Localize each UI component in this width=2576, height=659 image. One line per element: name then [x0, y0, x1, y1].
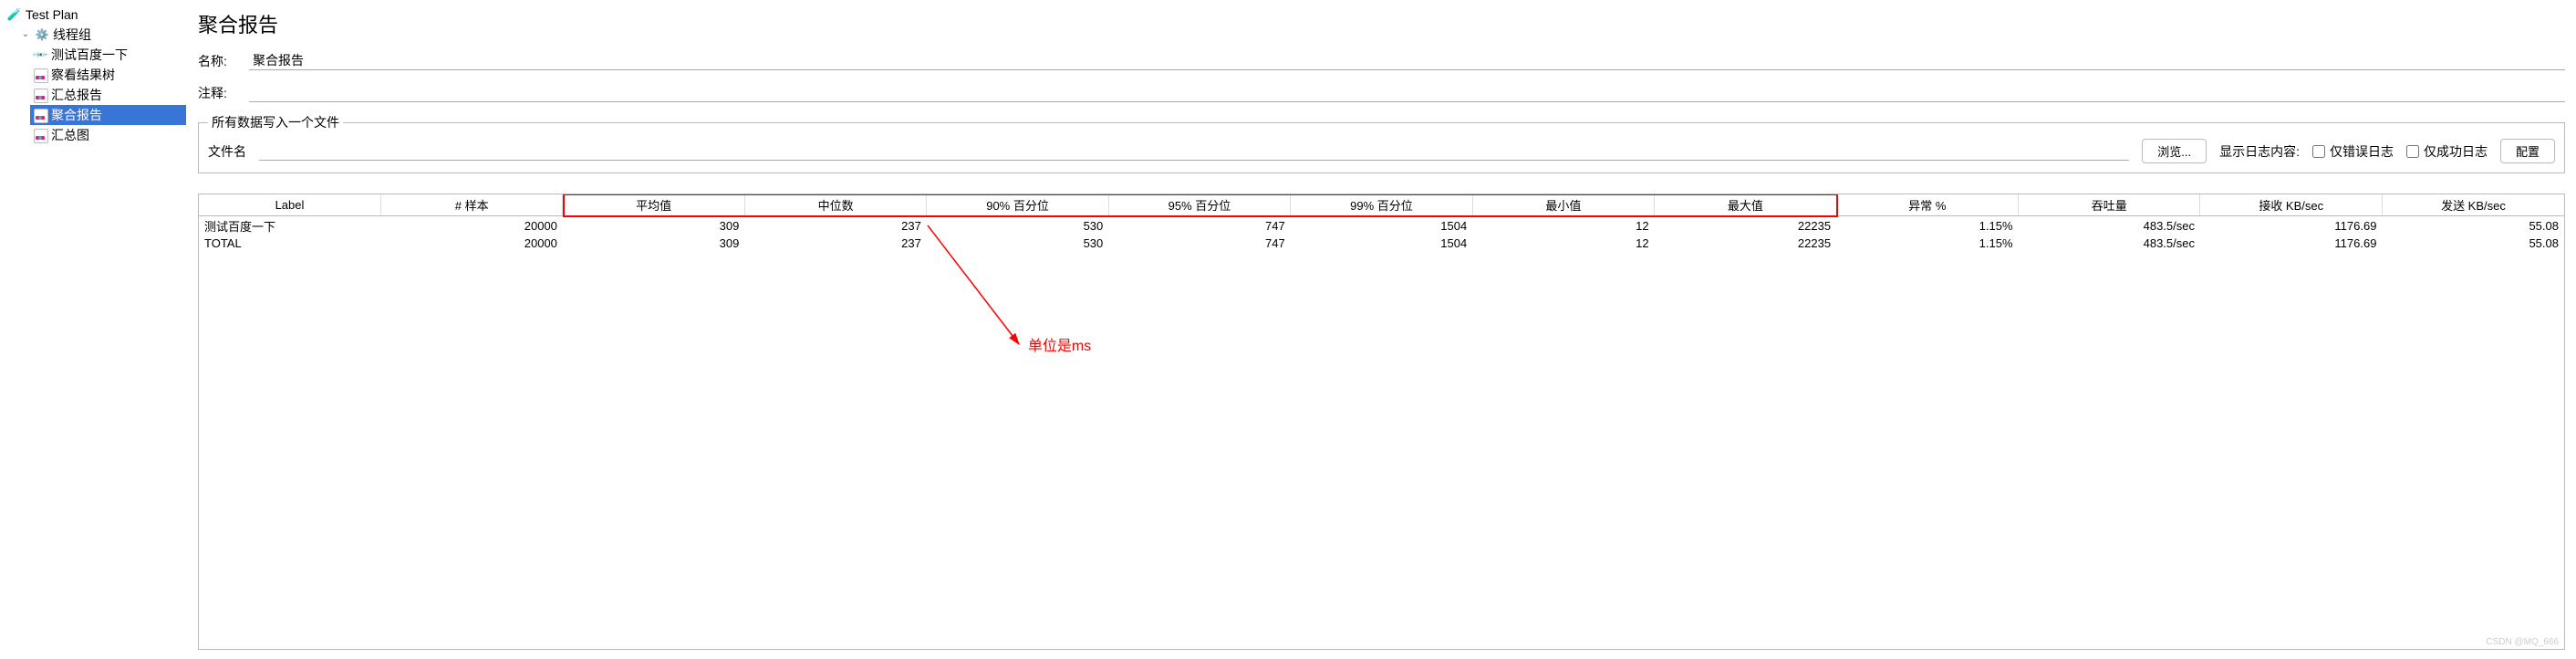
tree-item-2[interactable]: 汇总报告	[30, 85, 186, 105]
col-header[interactable]: 90% 百分位	[927, 194, 1108, 216]
col-header[interactable]: 最小值	[1472, 194, 1654, 216]
tree-item-1[interactable]: 察看结果树	[30, 65, 186, 85]
table-cell: 12	[1472, 216, 1654, 236]
col-header[interactable]: # 样本	[380, 194, 562, 216]
chart-icon	[33, 128, 47, 142]
table-cell: 22235	[1655, 216, 1836, 236]
table-cell: 12	[1472, 235, 1654, 251]
test-plan-tree: Test Plan ⌄ 线程组 测试百度一下察看结果树汇总报告聚合报告汇总图	[0, 0, 187, 659]
log-display-label: 显示日志内容:	[2219, 142, 2300, 161]
aggregate-table: Label# 样本平均值中位数90% 百分位95% 百分位99% 百分位最小值最…	[199, 194, 2564, 251]
success-only-label: 仅成功日志	[2424, 142, 2488, 161]
annotation-text: 单位是ms	[1028, 333, 1091, 355]
col-header[interactable]: 吞吐量	[2019, 194, 2200, 216]
col-header[interactable]: 平均值	[563, 194, 744, 216]
table-row[interactable]: TOTAL20000309237530747150412222351.15%48…	[199, 235, 2564, 251]
tree-item-label: 汇总图	[51, 125, 89, 145]
name-label: 名称:	[198, 52, 240, 70]
configure-button[interactable]: 配置	[2500, 139, 2555, 163]
table-row[interactable]: 测试百度一下20000309237530747150412222351.15%4…	[199, 216, 2564, 236]
gear-icon	[35, 27, 49, 42]
filename-input[interactable]	[259, 141, 2129, 161]
table-cell: 483.5/sec	[2019, 235, 2200, 251]
table-cell: 55.08	[2382, 235, 2564, 251]
aggregate-table-container: Label# 样本平均值中位数90% 百分位95% 百分位99% 百分位最小值最…	[198, 194, 2565, 650]
comment-row: 注释:	[198, 83, 2565, 102]
tree-item-label: 测试百度一下	[51, 45, 128, 65]
col-header[interactable]: 最大值	[1655, 194, 1836, 216]
table-cell: 747	[1108, 216, 1290, 236]
table-cell: 309	[563, 235, 744, 251]
tree-root-test-plan[interactable]: Test Plan	[5, 5, 186, 25]
filename-label: 文件名	[208, 142, 246, 161]
table-cell: TOTAL	[199, 235, 380, 251]
tree-thread-group[interactable]: ⌄ 线程组	[17, 25, 186, 45]
table-cell: 1.15%	[1836, 235, 2018, 251]
col-header[interactable]: 99% 百分位	[1291, 194, 1472, 216]
table-cell: 22235	[1655, 235, 1836, 251]
col-header[interactable]: 发送 KB/sec	[2382, 194, 2564, 216]
col-header[interactable]: 异常 %	[1836, 194, 2018, 216]
page-title: 聚合报告	[198, 9, 2565, 38]
col-header[interactable]: 95% 百分位	[1108, 194, 1290, 216]
table-cell: 1176.69	[2200, 235, 2382, 251]
file-output-fieldset: 所有数据写入一个文件 文件名 浏览... 显示日志内容: 仅错误日志 仅成功日志…	[198, 113, 2565, 173]
comment-label: 注释:	[198, 84, 240, 102]
table-cell: 55.08	[2382, 216, 2564, 236]
error-only-checkbox[interactable]: 仅错误日志	[2312, 142, 2394, 161]
tree-item-label: 聚合报告	[51, 105, 102, 125]
chart-icon	[33, 88, 47, 102]
chevron-down-icon: ⌄	[20, 25, 31, 45]
success-only-checkbox[interactable]: 仅成功日志	[2406, 142, 2488, 161]
comment-input[interactable]	[249, 83, 2565, 102]
tree-item-label: 汇总报告	[51, 85, 102, 105]
tree-item-4[interactable]: 汇总图	[30, 125, 186, 145]
main-panel: 聚合报告 名称: 注释: 所有数据写入一个文件 文件名 浏览... 显示日志内容…	[187, 0, 2576, 659]
col-header[interactable]: Label	[199, 194, 380, 216]
table-cell: 1.15%	[1836, 216, 2018, 236]
table-cell: 483.5/sec	[2019, 216, 2200, 236]
table-cell: 747	[1108, 235, 1290, 251]
chart-icon	[33, 68, 47, 82]
success-only-checkbox-input[interactable]	[2406, 145, 2419, 158]
browse-button[interactable]: 浏览...	[2142, 139, 2207, 163]
table-cell: 1504	[1291, 235, 1472, 251]
tree-item-0[interactable]: 测试百度一下	[30, 45, 186, 65]
table-cell: 237	[744, 216, 926, 236]
col-header[interactable]: 接收 KB/sec	[2200, 194, 2382, 216]
table-cell: 20000	[380, 216, 562, 236]
table-cell: 530	[927, 216, 1108, 236]
table-cell: 530	[927, 235, 1108, 251]
annotation-arrow-icon	[900, 216, 1265, 490]
error-only-checkbox-input[interactable]	[2312, 145, 2325, 158]
chart-icon	[33, 108, 47, 122]
table-cell: 测试百度一下	[199, 216, 380, 236]
dropper-icon	[33, 47, 47, 62]
flask-icon	[7, 7, 22, 22]
error-only-label: 仅错误日志	[2330, 142, 2394, 161]
name-input[interactable]	[249, 51, 2565, 70]
table-cell: 20000	[380, 235, 562, 251]
tree-root-label: Test Plan	[26, 5, 78, 25]
tree-thread-group-label: 线程组	[53, 25, 91, 45]
table-cell: 1176.69	[2200, 216, 2382, 236]
tree-item-3[interactable]: 聚合报告	[30, 105, 186, 125]
table-cell: 309	[563, 216, 744, 236]
watermark: CSDN @MQ_666	[2486, 637, 2559, 647]
col-header[interactable]: 中位数	[744, 194, 926, 216]
name-row: 名称:	[198, 51, 2565, 70]
file-output-legend: 所有数据写入一个文件	[208, 113, 343, 131]
table-cell: 237	[744, 235, 926, 251]
table-cell: 1504	[1291, 216, 1472, 236]
tree-item-label: 察看结果树	[51, 65, 115, 85]
